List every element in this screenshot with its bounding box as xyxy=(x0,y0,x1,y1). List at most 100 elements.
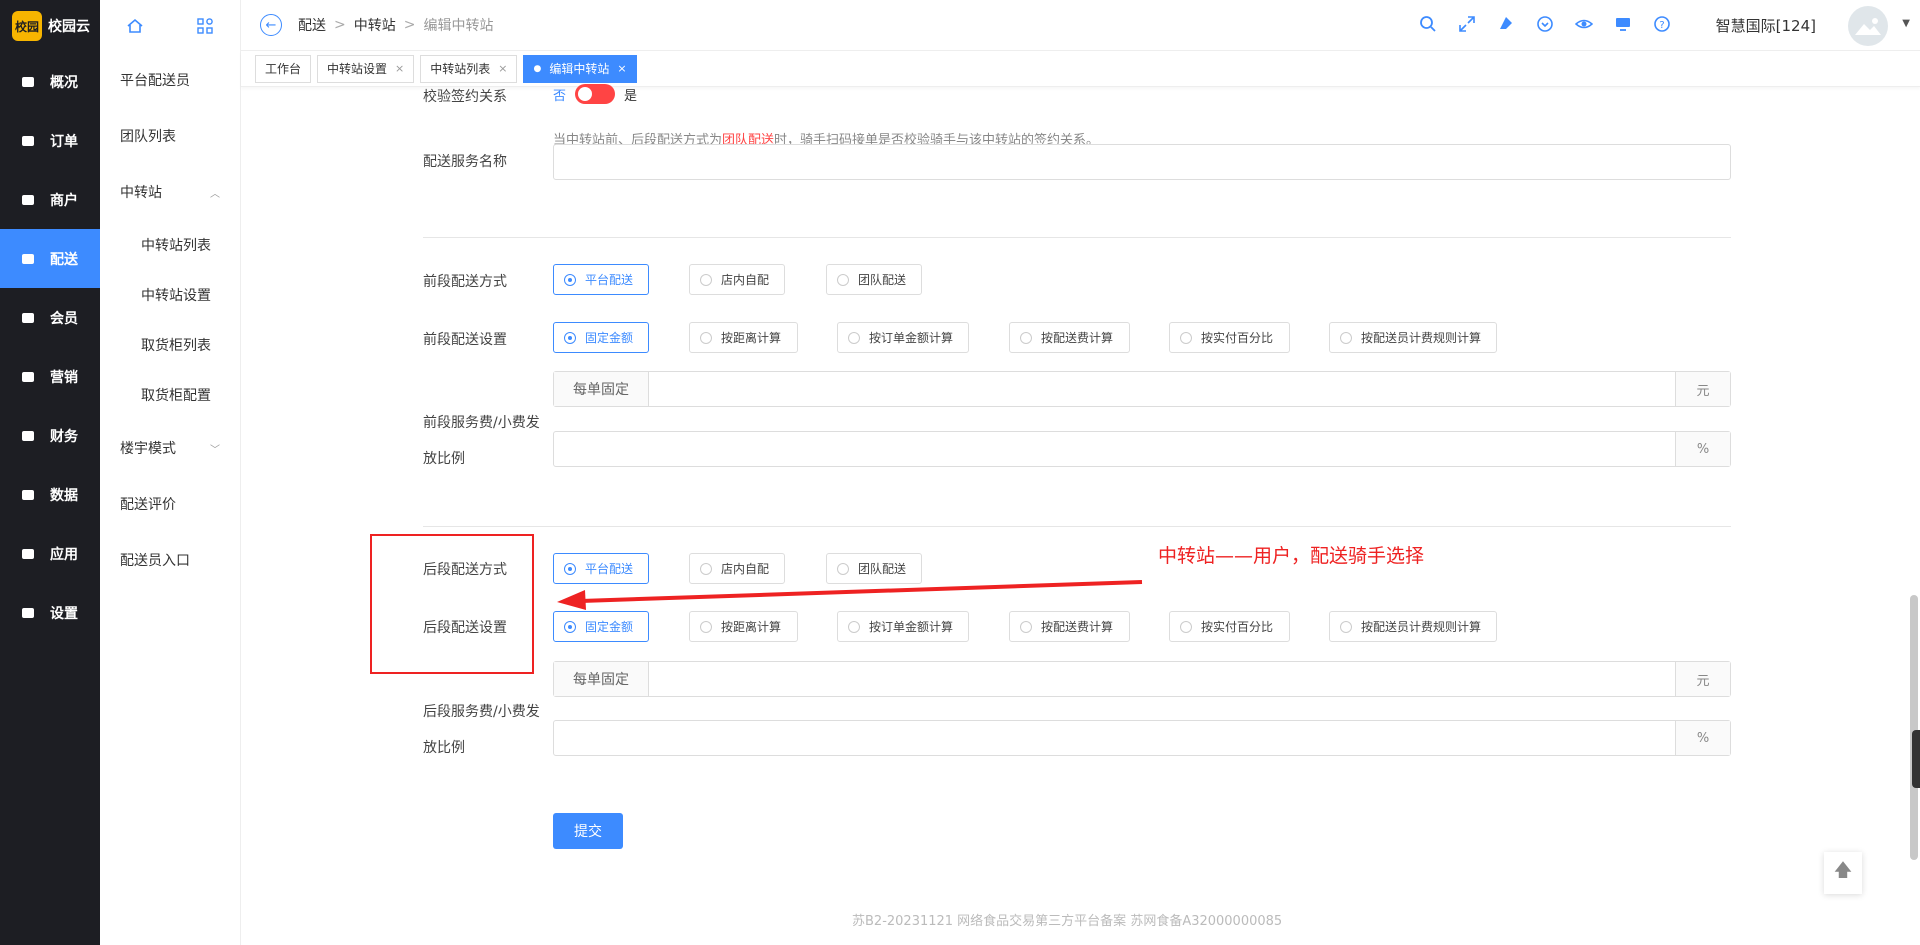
breadcrumb-item[interactable]: 配送 xyxy=(298,15,326,35)
input-prefix: 每单固定 xyxy=(554,372,649,406)
brand-logo[interactable]: 校园 校园云 xyxy=(0,0,100,52)
help-icon[interactable]: ? xyxy=(1652,14,1672,34)
tab-station-list[interactable]: 中转站列表 × xyxy=(420,54,518,83)
avatar[interactable] xyxy=(1848,6,1888,46)
breadcrumb-item[interactable]: 中转站 xyxy=(354,15,396,35)
overview-icon xyxy=(20,74,36,90)
back-fixed-amount-input[interactable]: 每单固定 元 xyxy=(553,661,1731,697)
tab-label: 工作台 xyxy=(265,62,302,76)
front-set-delivery-fee[interactable]: 按配送费计算 xyxy=(1009,322,1130,353)
divider xyxy=(423,526,1731,527)
search-icon[interactable] xyxy=(1418,14,1438,34)
subnav-label: 中转站列表 xyxy=(141,238,211,254)
subnav-locker-list[interactable]: 取货柜列表 xyxy=(100,320,240,370)
tab-workbench[interactable]: 工作台 xyxy=(255,54,312,83)
front-set-rider-rules[interactable]: 按配送员计费规则计算 xyxy=(1329,322,1497,353)
tab-bar: 工作台 中转站设置 × 中转站列表 × ● 编辑中转站 × xyxy=(241,51,1920,87)
back-set-fixed[interactable]: 固定金额 xyxy=(553,611,649,642)
back-set-distance[interactable]: 按距离计算 xyxy=(689,611,798,642)
settings-icon xyxy=(20,605,36,621)
fullscreen-icon[interactable] xyxy=(1457,14,1477,34)
front-mode-label: 前段配送方式 xyxy=(423,274,507,290)
front-fee-ratio-input[interactable]: % xyxy=(553,431,1731,467)
translate-icon[interactable] xyxy=(1496,14,1516,34)
nav-item[interactable]: 应用 xyxy=(0,524,100,583)
back-set-paid-percent[interactable]: 按实付百分比 xyxy=(1169,611,1290,642)
front-fixed-amount-input[interactable]: 每单固定 元 xyxy=(553,371,1731,407)
subnav-delivery-review[interactable]: 配送评价 xyxy=(100,476,240,532)
back-arrow-icon[interactable]: ← xyxy=(260,14,282,36)
nav-label: 配送 xyxy=(50,251,78,268)
nav-item[interactable]: 数据 xyxy=(0,465,100,524)
tab-label: 中转站设置 xyxy=(327,62,388,76)
subnav-rider-entry[interactable]: 配送员入口 xyxy=(100,532,240,588)
nav-item[interactable]: 配送 xyxy=(0,229,100,288)
subnav-transfer-station[interactable]: 中转站 ︿ xyxy=(100,164,240,220)
nav-item[interactable]: 商户 xyxy=(0,170,100,229)
subnav-platform-riders[interactable]: 平台配送员 xyxy=(100,52,240,108)
front-mode-platform[interactable]: 平台配送 xyxy=(553,264,649,295)
caret-down-icon[interactable]: ▼ xyxy=(1902,18,1910,29)
subnav-team-list[interactable]: 团队列表 xyxy=(100,108,240,164)
marketing-icon xyxy=(20,369,36,385)
chevron-up-icon: ︿ xyxy=(210,188,220,200)
breadcrumb-current: 编辑中转站 xyxy=(423,18,494,34)
user-name[interactable]: 智慧国际[124] xyxy=(1716,15,1816,36)
input-suffix: % xyxy=(1675,721,1730,755)
monitor-icon[interactable] xyxy=(1613,14,1633,34)
chevron-down-icon: ﹀ xyxy=(210,444,220,456)
subnav-building-mode[interactable]: 楼宇模式 ﹀ xyxy=(100,420,240,476)
tab-station-settings[interactable]: 中转站设置 × xyxy=(317,54,415,83)
back-set-rider-rules[interactable]: 按配送员计费规则计算 xyxy=(1329,611,1497,642)
submit-button[interactable]: 提交 xyxy=(553,813,623,849)
close-icon[interactable]: × xyxy=(395,62,404,75)
input-suffix: 元 xyxy=(1675,662,1730,696)
order-icon xyxy=(20,133,36,149)
store-icon xyxy=(20,192,36,208)
front-set-paid-percent[interactable]: 按实付百分比 xyxy=(1169,322,1290,353)
front-set-distance[interactable]: 按距离计算 xyxy=(689,322,798,353)
front-mode-store[interactable]: 店内自配 xyxy=(689,264,785,295)
nav-label: 订单 xyxy=(50,133,78,150)
subnav-station-list[interactable]: 中转站列表 xyxy=(100,220,240,270)
switch-on-label: 是 xyxy=(624,88,638,104)
apps-grid-icon[interactable] xyxy=(195,16,215,36)
close-icon[interactable]: × xyxy=(617,62,626,75)
home-icon[interactable] xyxy=(125,16,145,36)
data-icon xyxy=(20,487,36,503)
nav-label: 概况 xyxy=(50,74,78,91)
nav-label: 设置 xyxy=(50,605,78,622)
front-set-order-amount[interactable]: 按订单金额计算 xyxy=(837,322,969,353)
subnav-station-settings[interactable]: 中转站设置 xyxy=(100,270,240,320)
nav-item[interactable]: 设置 xyxy=(0,583,100,642)
tab-edit-station[interactable]: ● 编辑中转站 × xyxy=(523,54,637,83)
side-drawer-handle[interactable] xyxy=(1912,730,1920,788)
nav-item[interactable]: 概况 xyxy=(0,52,100,111)
subnav-label: 取货柜列表 xyxy=(141,338,211,354)
back-to-top-button[interactable]: 🡅 xyxy=(1824,852,1862,894)
nav-label: 营销 xyxy=(50,369,78,386)
back-set-delivery-fee[interactable]: 按配送费计算 xyxy=(1009,611,1130,642)
front-set-fixed[interactable]: 固定金额 xyxy=(553,322,649,353)
nav-item[interactable]: 订单 xyxy=(0,111,100,170)
nav-item[interactable]: 营销 xyxy=(0,347,100,406)
nav-item[interactable]: 会员 xyxy=(0,288,100,347)
scrollbar-thumb[interactable] xyxy=(1910,595,1918,860)
svg-text:?: ? xyxy=(1659,20,1664,31)
tab-label: 中转站列表 xyxy=(430,62,491,76)
close-icon[interactable]: × xyxy=(498,62,507,75)
back-set-order-amount[interactable]: 按订单金额计算 xyxy=(837,611,969,642)
delivery-icon xyxy=(20,251,36,267)
download-circle-icon[interactable] xyxy=(1535,14,1555,34)
input-suffix: % xyxy=(1675,432,1730,466)
toggle-switch[interactable] xyxy=(575,84,616,104)
back-fee-ratio-input[interactable]: % xyxy=(553,720,1731,756)
service-name-input[interactable] xyxy=(553,144,1731,180)
nav-item[interactable]: 财务 xyxy=(0,406,100,465)
service-name-label: 配送服务名称 xyxy=(423,154,507,170)
subnav-locker-config[interactable]: 取货柜配置 xyxy=(100,370,240,420)
eye-icon[interactable] xyxy=(1574,14,1594,34)
brand-name: 校园云 xyxy=(48,19,90,35)
verify-signing-switch[interactable]: 否 是 xyxy=(553,84,637,104)
front-mode-team[interactable]: 团队配送 xyxy=(826,264,922,295)
